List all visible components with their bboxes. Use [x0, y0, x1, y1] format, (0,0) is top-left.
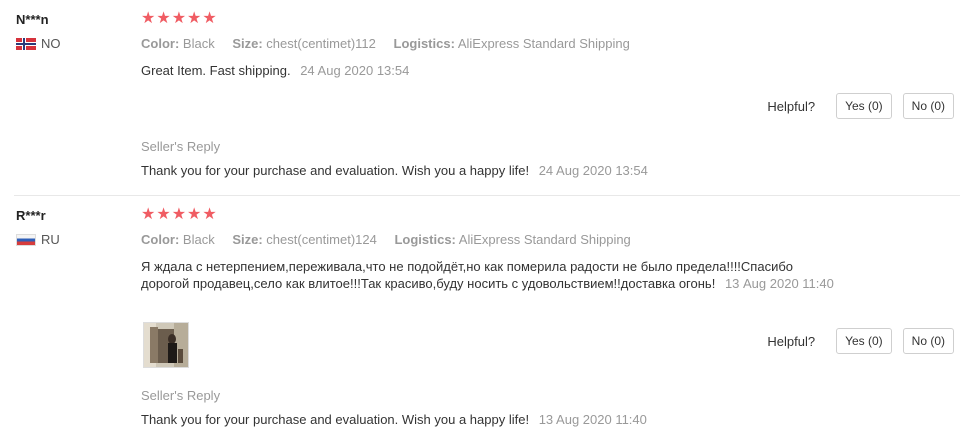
norway-flag-icon	[16, 37, 36, 50]
reviewer-country: NO	[16, 36, 61, 51]
helpful-yes-button[interactable]: Yes (0)	[836, 328, 892, 354]
seller-reply-title: Seller's Reply	[141, 139, 221, 154]
star-rating: ★★★★★	[141, 10, 218, 27]
seller-reply: Thank you for your purchase and evaluati…	[141, 163, 648, 178]
helpful-vote: Helpful? Yes (0) No (0)	[767, 328, 954, 354]
seller-reply-title: Seller's Reply	[141, 388, 221, 403]
review-item: N***n NO ★★★★★ Color: Black Size: chest(…	[0, 0, 974, 195]
review-text: Great Item. Fast shipping. 24 Aug 2020 1…	[141, 62, 841, 79]
color-value: Black	[182, 232, 215, 247]
review-text: Я ждала с нетерпением,переживала,что не …	[141, 258, 841, 292]
size-value: chest(centimet)124	[266, 232, 377, 247]
feedback-body: Great Item. Fast shipping.	[141, 63, 291, 78]
reviewer-country: RU	[16, 232, 60, 247]
seller-reply-text: Thank you for your purchase and evaluati…	[141, 412, 530, 427]
color-value: Black	[182, 36, 215, 51]
helpful-no-button[interactable]: No (0)	[902, 328, 954, 354]
review-item: R***r RU ★★★★★ Color: Black Size: chest(…	[0, 196, 974, 440]
review-time: 13 Aug 2020 11:40	[724, 276, 834, 291]
helpful-yes-button[interactable]: Yes (0)	[836, 93, 892, 119]
country-code: NO	[41, 36, 61, 51]
logistics-value: AliExpress Standard Shipping	[458, 232, 631, 247]
seller-reply-time: 24 Aug 2020 13:54	[538, 163, 648, 178]
reviewer-info: N***n NO	[16, 12, 61, 51]
feedback-body: Я ждала с нетерпением,переживала,что не …	[141, 259, 794, 291]
star-rating: ★★★★★	[141, 206, 218, 223]
size-label: Size:	[232, 232, 263, 247]
helpful-no-button[interactable]: No (0)	[902, 93, 954, 119]
helpful-vote: Helpful? Yes (0) No (0)	[767, 93, 954, 119]
color-label: Color:	[141, 36, 180, 51]
seller-reply-time: 13 Aug 2020 11:40	[538, 412, 647, 427]
size-label: Size:	[232, 36, 263, 51]
photo-image	[144, 323, 188, 367]
russia-flag-icon	[16, 233, 36, 246]
size-value: chest(centimet)112	[266, 36, 376, 51]
logistics-label: Logistics:	[393, 36, 455, 51]
helpful-label: Helpful?	[767, 98, 816, 114]
country-code: RU	[41, 232, 60, 247]
seller-reply-text: Thank you for your purchase and evaluati…	[141, 163, 530, 178]
helpful-label: Helpful?	[767, 333, 816, 349]
review-time: 24 Aug 2020 13:54	[300, 63, 410, 78]
review-content: ★★★★★ Color: Black Size: chest(centimet)…	[141, 206, 961, 292]
color-label: Color:	[141, 232, 180, 247]
reviewer-name: R***r	[16, 208, 46, 223]
order-properties: Color: Black Size: chest(centimet)124 Lo…	[141, 232, 961, 248]
order-properties: Color: Black Size: chest(centimet)112 Lo…	[141, 36, 961, 52]
logistics-label: Logistics:	[394, 232, 456, 247]
reviewer-info: R***r RU	[16, 208, 60, 247]
review-photo-thumbnail[interactable]	[143, 322, 189, 368]
logistics-value: AliExpress Standard Shipping	[457, 36, 630, 51]
seller-reply: Thank you for your purchase and evaluati…	[141, 412, 647, 427]
reviewer-name: N***n	[16, 12, 49, 27]
review-content: ★★★★★ Color: Black Size: chest(centimet)…	[141, 10, 961, 79]
